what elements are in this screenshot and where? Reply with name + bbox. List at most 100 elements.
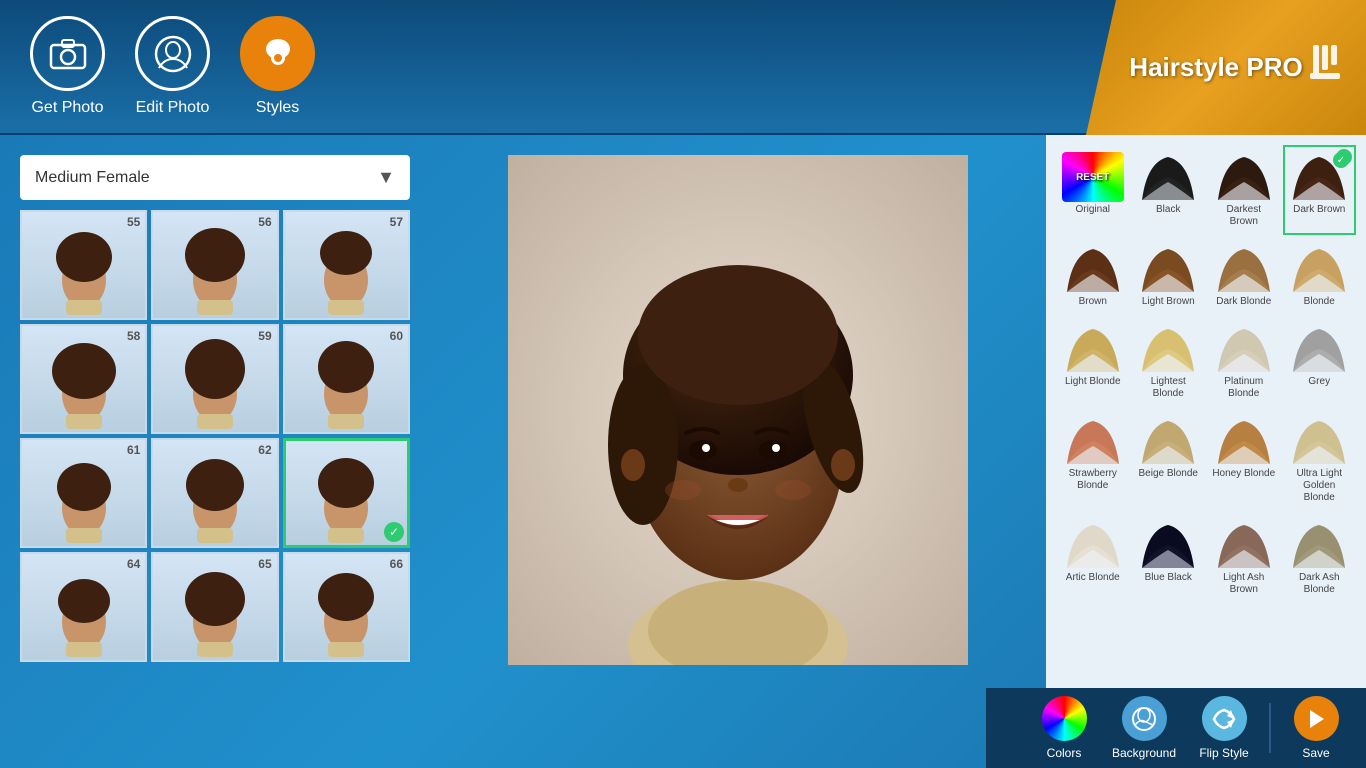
logo-area: Hairstyle PRO: [1086, 0, 1366, 135]
style-item-61[interactable]: 61: [20, 438, 147, 548]
color-label-lightest-blonde: Lightest Blonde: [1137, 376, 1201, 400]
toolbar-flip-style-label: Flip Style: [1199, 746, 1248, 760]
toolbar-background[interactable]: Background: [1104, 688, 1184, 768]
color-dark-brown[interactable]: ✓ Dark Brown: [1283, 145, 1357, 235]
color-label-dark-brown: Dark Brown: [1293, 204, 1345, 216]
background-icon: [1122, 696, 1167, 741]
color-light-ash-brown[interactable]: Light Ash Brown: [1207, 513, 1281, 603]
style-item-57[interactable]: 57: [283, 210, 410, 320]
color-brown[interactable]: Brown: [1056, 237, 1130, 315]
toolbar-colors-label: Colors: [1047, 746, 1082, 760]
color-label-brown: Brown: [1079, 296, 1107, 308]
header: Get Photo Edit Photo Styles: [0, 0, 1366, 135]
swatch-ultra-light-golden-blonde: [1288, 416, 1350, 466]
toolbar-save-label: Save: [1302, 746, 1329, 760]
color-artic-blonde[interactable]: Artic Blonde: [1056, 513, 1130, 603]
selected-color-checkmark: ✓: [1336, 149, 1352, 165]
style-item-58[interactable]: 58: [20, 324, 147, 434]
nav-items: Get Photo Edit Photo Styles: [30, 16, 315, 117]
colors-icon: [1042, 696, 1087, 741]
logo-text: Hairstyle PRO: [1129, 52, 1302, 83]
color-honey-blonde[interactable]: Honey Blonde: [1207, 409, 1281, 511]
color-black[interactable]: Black: [1132, 145, 1206, 235]
right-panel: RESET Original Black Darkest Brown: [1046, 135, 1366, 768]
color-label-darkest-brown: Darkest Brown: [1212, 204, 1276, 228]
color-label-black: Black: [1156, 204, 1180, 216]
color-label-light-blonde: Light Blonde: [1065, 376, 1121, 388]
swatch-brown: [1062, 244, 1124, 294]
color-label-platinum-blonde: Platinum Blonde: [1212, 376, 1276, 400]
person-preview: [508, 155, 968, 665]
color-grey[interactable]: Grey: [1283, 317, 1357, 407]
edit-photo-label: Edit Photo: [136, 99, 210, 117]
style-item-63[interactable]: ✓: [283, 438, 410, 548]
comb-icon: [1308, 43, 1343, 93]
swatch-grey: [1288, 324, 1350, 374]
color-beige-blonde[interactable]: Beige Blonde: [1132, 409, 1206, 511]
style-item-59[interactable]: 59: [151, 324, 278, 434]
color-ultra-light-golden-blonde[interactable]: Ultra Light Golden Blonde: [1283, 409, 1357, 511]
toolbar-save[interactable]: Save: [1276, 688, 1356, 768]
swatch-platinum-blonde: [1213, 324, 1275, 374]
color-strawberry-blonde[interactable]: Strawberry Blonde: [1056, 409, 1130, 511]
color-label-artic-blonde: Artic Blonde: [1066, 572, 1120, 584]
style-dropdown[interactable]: Medium Female ▼: [20, 155, 410, 200]
styles-label: Styles: [256, 99, 300, 117]
color-label-original: Original: [1076, 204, 1110, 216]
color-light-brown[interactable]: Light Brown: [1132, 237, 1206, 315]
color-label-light-brown: Light Brown: [1142, 296, 1195, 308]
style-item-56[interactable]: 56: [151, 210, 278, 320]
nav-edit-photo[interactable]: Edit Photo: [135, 16, 210, 117]
color-label-strawberry-blonde: Strawberry Blonde: [1061, 468, 1125, 492]
style-item-64[interactable]: 64: [20, 552, 147, 662]
color-platinum-blonde[interactable]: Platinum Blonde: [1207, 317, 1281, 407]
color-original[interactable]: RESET Original: [1056, 145, 1130, 235]
swatch-artic-blonde: [1062, 520, 1124, 570]
nav-styles[interactable]: Styles: [240, 16, 315, 117]
main-content: Medium Female ▼ 55 56: [0, 135, 1366, 768]
color-label-blue-black: Blue Black: [1145, 572, 1192, 584]
nav-get-photo[interactable]: Get Photo: [30, 16, 105, 117]
color-grid: RESET Original Black Darkest Brown: [1056, 145, 1356, 603]
color-dark-blonde[interactable]: Dark Blonde: [1207, 237, 1281, 315]
flip-style-icon: [1202, 696, 1247, 741]
color-label-honey-blonde: Honey Blonde: [1212, 468, 1275, 480]
color-blue-black[interactable]: Blue Black: [1132, 513, 1206, 603]
color-darkest-brown[interactable]: Darkest Brown: [1207, 145, 1281, 235]
toolbar-divider: [1269, 703, 1271, 753]
style-item-55[interactable]: 55: [20, 210, 147, 320]
toolbar-colors[interactable]: Colors: [1024, 688, 1104, 768]
reset-swatch: RESET: [1062, 152, 1124, 202]
selected-checkmark: ✓: [384, 522, 404, 542]
chevron-down-icon: ▼: [377, 167, 395, 188]
edit-photo-icon: [135, 16, 210, 91]
color-lightest-blonde[interactable]: Lightest Blonde: [1132, 317, 1206, 407]
toolbar-flip-style[interactable]: Flip Style: [1184, 688, 1264, 768]
styles-icon: [240, 16, 315, 91]
swatch-blonde: [1288, 244, 1350, 294]
toolbar-background-label: Background: [1112, 746, 1176, 760]
color-label-blonde: Blonde: [1304, 296, 1335, 308]
style-item-66[interactable]: 66: [283, 552, 410, 662]
swatch-beige-blonde: [1137, 416, 1199, 466]
color-light-blonde[interactable]: Light Blonde: [1056, 317, 1130, 407]
style-item-60[interactable]: 60: [283, 324, 410, 434]
swatch-light-brown: [1137, 244, 1199, 294]
swatch-light-ash-brown: [1213, 520, 1275, 570]
swatch-honey-blonde: [1213, 416, 1275, 466]
color-label-grey: Grey: [1308, 376, 1330, 388]
style-item-65[interactable]: 65: [151, 552, 278, 662]
color-label-beige-blonde: Beige Blonde: [1139, 468, 1199, 480]
swatch-light-blonde: [1062, 324, 1124, 374]
dropdown-value: Medium Female: [35, 169, 150, 187]
swatch-lightest-blonde: [1137, 324, 1199, 374]
color-blonde[interactable]: Blonde: [1283, 237, 1357, 315]
color-dark-ash-blonde[interactable]: Dark Ash Blonde: [1283, 513, 1357, 603]
bottom-toolbar: Colors Background Flip Styl: [986, 688, 1366, 768]
swatch-darkest-brown: [1213, 152, 1275, 202]
left-panel: Medium Female ▼ 55 56: [0, 135, 430, 768]
swatch-black: [1137, 152, 1199, 202]
style-item-62[interactable]: 62: [151, 438, 278, 548]
style-grid: 55 56: [20, 210, 410, 662]
get-photo-label: Get Photo: [31, 99, 103, 117]
